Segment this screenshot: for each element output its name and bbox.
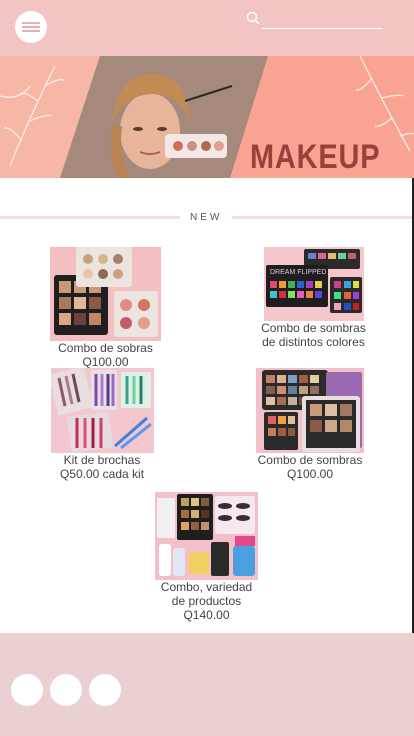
product-name: Combo de sombras de distintos colores xyxy=(261,321,366,349)
product-name: Combo de sobras xyxy=(58,341,153,355)
product-price: Q100.00 xyxy=(286,467,334,481)
product-name: Combo de sombras xyxy=(257,453,363,467)
product-name: Combo, variedad de productos xyxy=(160,580,253,608)
top-bar xyxy=(0,0,414,56)
social-icon-2[interactable] xyxy=(50,674,82,706)
divider xyxy=(232,216,414,219)
product-name: Kit de brochas xyxy=(63,453,141,467)
product-price: Q100.00 xyxy=(82,355,129,369)
product-image: DREAM FLIPPED xyxy=(263,247,364,321)
svg-text:DREAM FLIPPED: DREAM FLIPPED xyxy=(270,269,326,276)
new-products-section: NEW Combo de sobras Q100.00 DREAM FLIPPE… xyxy=(0,178,414,633)
product-price: Q50.00 cada kit xyxy=(59,467,145,481)
product-card[interactable]: Combo de sobras Q100.00 xyxy=(50,247,161,369)
search-input[interactable] xyxy=(262,28,383,29)
hamburger-icon[interactable] xyxy=(15,11,47,43)
product-card[interactable]: Kit de brochas Q50.00 cada kit xyxy=(46,368,158,481)
product-card[interactable]: Combo, variedad de productos Q140.00 xyxy=(155,492,258,622)
search-icon[interactable] xyxy=(246,11,260,25)
social-icon-1[interactable] xyxy=(11,674,43,706)
product-price: Q140.00 xyxy=(183,608,230,622)
product-card[interactable]: DREAM FLIPPED Combo de sombras de distin… xyxy=(259,247,368,349)
hero-banner: MAKEUP xyxy=(0,56,414,178)
product-image xyxy=(50,247,161,341)
banner-title: MAKEUP xyxy=(249,138,380,176)
footer xyxy=(0,633,414,736)
divider xyxy=(0,216,180,219)
product-image xyxy=(155,492,258,580)
product-card[interactable]: Combo de sombras Q100.00 xyxy=(254,368,366,481)
product-image xyxy=(50,368,154,453)
social-icon-3[interactable] xyxy=(89,674,121,706)
product-image xyxy=(256,368,364,453)
section-label: NEW xyxy=(190,212,223,223)
